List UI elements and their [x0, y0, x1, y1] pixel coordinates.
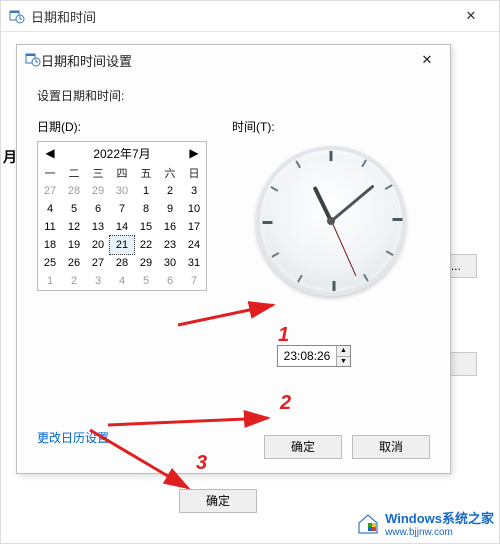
spin-up-button[interactable]: ▲ — [337, 346, 350, 357]
close-icon: ✕ — [466, 8, 477, 24]
outer-body: 月 D)... 日期和时间设置 ✕ — [1, 31, 499, 541]
house-logo-icon — [355, 511, 381, 535]
chevron-down-icon: ▼ — [340, 358, 347, 365]
calendar-day[interactable]: 3 — [182, 182, 206, 200]
outer-ok-button[interactable]: 确定 — [179, 489, 257, 513]
datetime-settings-dialog: 日期和时间设置 ✕ 设置日期和时间: 日期(D): ◀ — [16, 44, 451, 474]
calendar-day[interactable]: 8 — [134, 200, 158, 218]
calendar-day[interactable]: 31 — [182, 254, 206, 272]
calendar-day[interactable]: 3 — [86, 272, 110, 290]
partial-label: 月 — [3, 147, 17, 167]
inner-title: 日期和时间设置 — [41, 51, 132, 70]
inner-ok-button[interactable]: 确定 — [264, 435, 342, 459]
prompt-label: 设置日期和时间: — [37, 87, 430, 104]
calendar-next-button[interactable]: ▶ — [184, 142, 204, 164]
calendar-day[interactable]: 7 — [110, 200, 134, 218]
datetime-icon — [25, 51, 41, 70]
calendar-day[interactable]: 27 — [86, 254, 110, 272]
time-input[interactable] — [278, 346, 336, 366]
calendar-day[interactable]: 11 — [38, 218, 62, 236]
calendar-day[interactable]: 13 — [86, 218, 110, 236]
spin-down-button[interactable]: ▼ — [337, 357, 350, 367]
clock-second-hand — [331, 221, 356, 276]
calendar-day[interactable]: 17 — [182, 218, 206, 236]
calendar-dow: 四 — [110, 164, 134, 182]
calendar-day[interactable]: 5 — [62, 200, 86, 218]
watermark-line2: www.bjjnw.com — [385, 527, 494, 538]
calendar-day[interactable]: 14 — [110, 218, 134, 236]
calendar-day[interactable]: 23 — [158, 236, 182, 254]
calendar-day[interactable]: 15 — [134, 218, 158, 236]
date-label: 日期(D): — [37, 118, 222, 135]
calendar-day[interactable]: 19 — [62, 236, 86, 254]
inner-cancel-button[interactable]: 取消 — [352, 435, 430, 459]
outer-close-button[interactable]: ✕ — [451, 2, 491, 30]
outer-title: 日期和时间 — [31, 7, 96, 26]
datetime-icon — [9, 8, 25, 24]
calendar-day[interactable]: 22 — [134, 236, 158, 254]
calendar-dow: 五 — [134, 164, 158, 182]
calendar[interactable]: ◀ 2022年7月 ▶ 一二三四五六日 27282930123456789101… — [37, 141, 207, 291]
calendar-day[interactable]: 29 — [134, 254, 158, 272]
time-spinner[interactable]: ▲ ▼ — [277, 345, 351, 367]
calendar-day[interactable]: 28 — [62, 182, 86, 200]
calendar-day[interactable]: 27 — [38, 182, 62, 200]
analog-clock — [251, 141, 411, 301]
chevron-left-icon: ◀ — [45, 146, 54, 160]
calendar-day[interactable]: 4 — [38, 200, 62, 218]
calendar-day[interactable]: 6 — [158, 272, 182, 290]
calendar-grid: 一二三四五六日 27282930123456789101112131415161… — [38, 164, 206, 290]
chevron-right-icon: ▶ — [189, 146, 198, 160]
calendar-dow: 日 — [182, 164, 206, 182]
inner-titlebar: 日期和时间设置 ✕ — [17, 45, 450, 75]
calendar-dow: 六 — [158, 164, 182, 182]
clock-minute-hand — [330, 184, 374, 222]
calendar-day[interactable]: 9 — [158, 200, 182, 218]
calendar-day[interactable]: 28 — [110, 254, 134, 272]
calendar-day[interactable]: 25 — [38, 254, 62, 272]
clock-center — [327, 217, 335, 225]
calendar-day[interactable]: 26 — [62, 254, 86, 272]
calendar-day[interactable]: 21 — [110, 236, 134, 254]
calendar-day[interactable]: 12 — [62, 218, 86, 236]
calendar-day[interactable]: 2 — [158, 182, 182, 200]
time-label: 时间(T): — [232, 118, 430, 135]
calendar-day[interactable]: 24 — [182, 236, 206, 254]
calendar-day[interactable]: 16 — [158, 218, 182, 236]
calendar-month-label[interactable]: 2022年7月 — [93, 145, 150, 162]
calendar-day[interactable]: 2 — [62, 272, 86, 290]
calendar-day[interactable]: 1 — [38, 272, 62, 290]
change-calendar-settings-link[interactable]: 更改日历设置 — [37, 429, 109, 446]
calendar-day[interactable]: 18 — [38, 236, 62, 254]
outer-window: 日期和时间 ✕ 月 D)... 日期和时间设置 — [0, 0, 500, 544]
close-icon: ✕ — [422, 52, 433, 68]
calendar-day[interactable]: 1 — [134, 182, 158, 200]
calendar-day[interactable]: 20 — [86, 236, 110, 254]
calendar-day[interactable]: 30 — [110, 182, 134, 200]
calendar-dow: 二 — [62, 164, 86, 182]
calendar-dow: 三 — [86, 164, 110, 182]
calendar-prev-button[interactable]: ◀ — [40, 142, 60, 164]
calendar-day[interactable]: 29 — [86, 182, 110, 200]
calendar-day[interactable]: 7 — [182, 272, 206, 290]
calendar-day[interactable]: 6 — [86, 200, 110, 218]
calendar-dow: 一 — [38, 164, 62, 182]
chevron-up-icon: ▲ — [340, 347, 347, 354]
inner-body: 设置日期和时间: 日期(D): ◀ 2022年7月 ▶ — [17, 75, 450, 473]
watermark-line1: Windows系统之家 — [385, 508, 494, 527]
inner-close-button[interactable]: ✕ — [412, 46, 442, 74]
calendar-day[interactable]: 10 — [182, 200, 206, 218]
calendar-day[interactable]: 30 — [158, 254, 182, 272]
calendar-day[interactable]: 5 — [134, 272, 158, 290]
outer-titlebar: 日期和时间 ✕ — [1, 1, 499, 31]
calendar-day[interactable]: 4 — [110, 272, 134, 290]
watermark: Windows系统之家 www.bjjnw.com — [355, 508, 494, 538]
